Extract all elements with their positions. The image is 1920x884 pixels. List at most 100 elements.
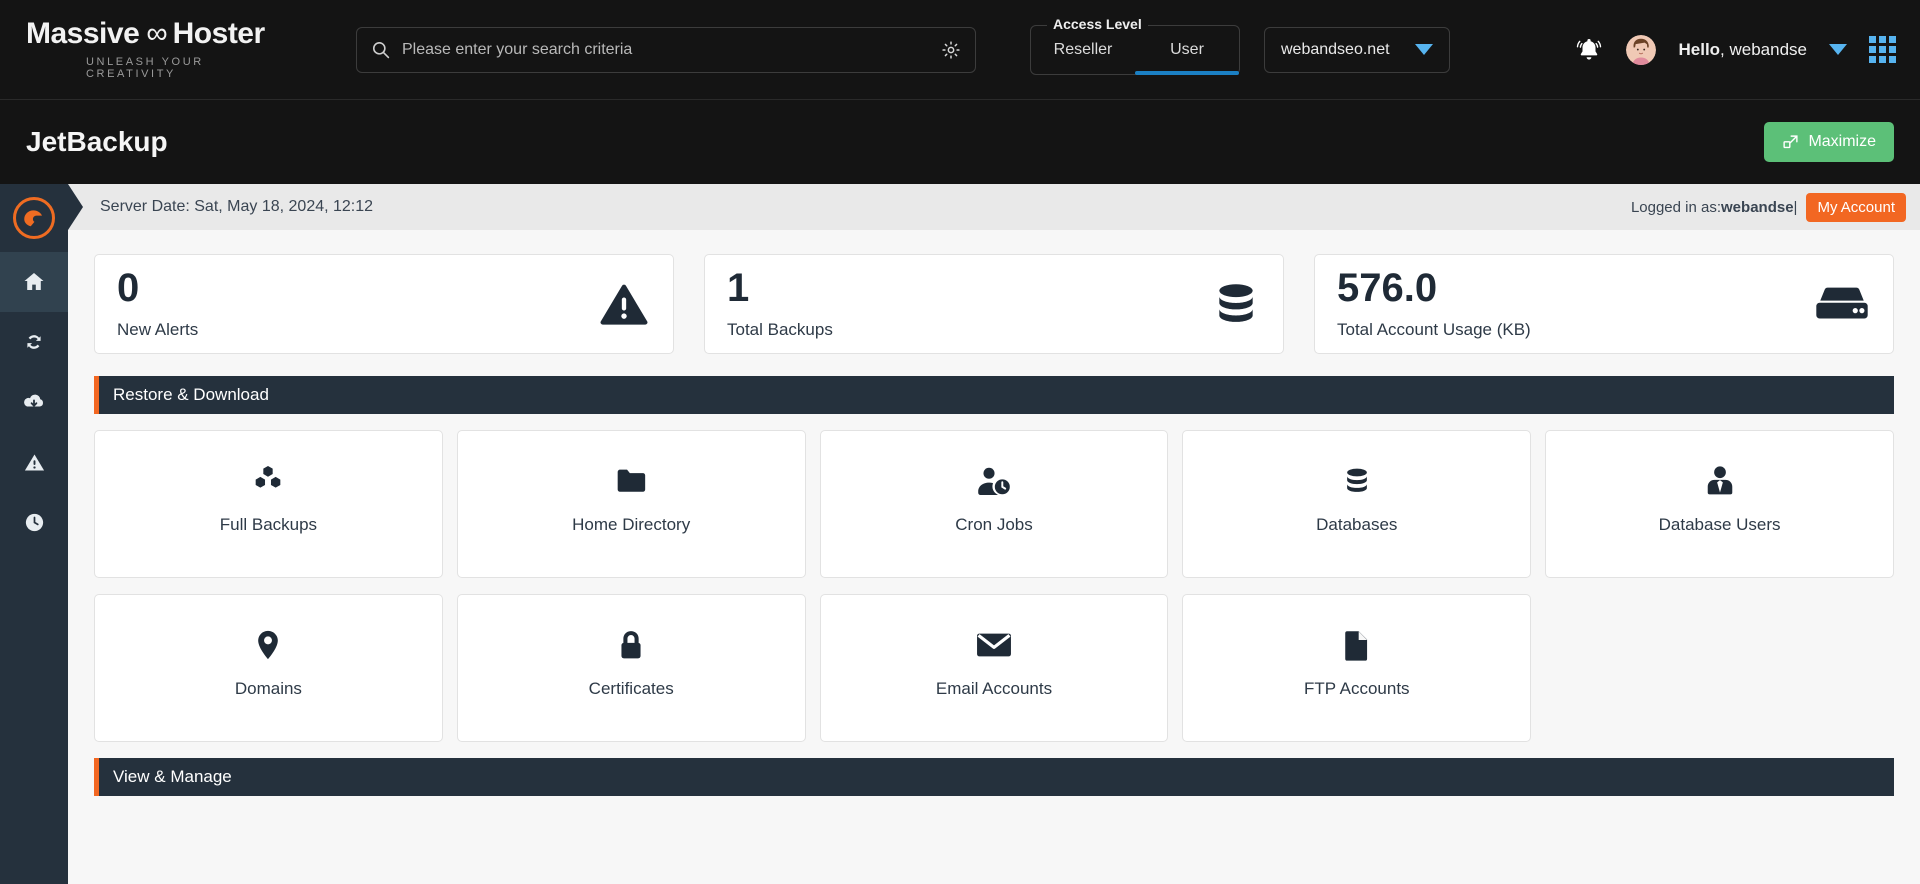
header-actions: Hello, webandse [1574,34,1896,65]
stat-text-group: 576.0 Total Account Usage (KB) [1337,268,1531,340]
stat-label: Total Account Usage (KB) [1337,320,1531,339]
tile-databases[interactable]: Databases [1182,430,1532,578]
content-area: Server Date: Sat, May 18, 2024, 12:12 Lo… [68,184,1920,884]
sidebar-logo[interactable] [0,184,68,252]
tile-placeholder [1545,594,1894,742]
tile-label: FTP Accounts [1304,679,1410,698]
access-tab-reseller-label: Reseller [1053,40,1113,58]
database-icon [1211,279,1261,329]
cloud-download-icon [22,390,46,414]
jetbackup-logo-icon [13,197,55,239]
status-bar: Server Date: Sat, May 18, 2024, 12:12 Lo… [68,184,1920,230]
stat-value: 576.0 [1337,266,1438,310]
user-greeting-prefix: Hello [1678,39,1721,59]
stat-label: New Alerts [117,320,199,339]
tile-cron-jobs[interactable]: Cron Jobs [819,430,1169,578]
sync-icon [23,331,45,353]
body-wrapper: Server Date: Sat, May 18, 2024, 12:12 Lo… [0,184,1920,884]
lock-icon [616,625,646,665]
file-icon [1343,625,1371,665]
tile-database-users[interactable]: Database Users [1545,430,1894,578]
access-tab-user-label: User [1170,40,1204,58]
envelope-icon [975,625,1013,665]
logged-in-user: webandse [1721,198,1794,216]
tile-email-accounts[interactable]: Email Accounts [819,594,1169,742]
tile-domains[interactable]: Domains [94,594,443,742]
maximize-button-label: Maximize [1808,133,1876,150]
stat-card-account-usage: 576.0 Total Account Usage (KB) [1314,254,1894,354]
main-panel: 0 New Alerts 1 Total Backups 576.0 Total… [68,230,1920,884]
tile-label: Home Directory [572,515,691,534]
hard-drive-icon [1813,281,1871,327]
search-box[interactable] [356,26,976,73]
section-title: View & Manage [113,767,232,786]
user-greeting[interactable]: Hello, webandse [1678,40,1807,60]
stats-row: 0 New Alerts 1 Total Backups 576.0 Total… [94,254,1894,354]
server-date: Server Date: Sat, May 18, 2024, 12:12 [100,198,374,215]
brand-logo[interactable]: Massive ∞ Hoster UNLEASH YOUR CREATIVITY [26,19,296,81]
cubes-icon [251,461,285,501]
tile-ftp-accounts[interactable]: FTP Accounts [1182,594,1532,742]
logged-in-prefix: Logged in as: [1630,198,1722,216]
alert-triangle-icon [23,451,46,474]
stat-value: 1 [727,266,750,310]
stat-card-new-alerts: 0 New Alerts [94,254,674,354]
maximize-button[interactable]: Maximize [1764,122,1894,162]
tile-full-backups[interactable]: Full Backups [94,430,443,578]
home-icon [22,270,46,294]
domain-select-value: webandseo.net [1281,40,1390,58]
sidebar-item-queue[interactable] [0,492,68,552]
sidebar [0,184,68,884]
expand-icon [1782,134,1799,151]
logged-in-info: Logged in as: webandse | My Account [1630,192,1906,222]
tile-label: Full Backups [219,515,318,534]
stat-text-group: 0 New Alerts [117,268,198,340]
logged-in-separator: | [1793,198,1798,216]
tile-label: Email Accounts [935,679,1053,698]
tile-label: Databases [1316,515,1398,534]
tile-home-directory[interactable]: Home Directory [456,430,806,578]
sidebar-item-restore[interactable] [0,312,68,372]
stat-text-group: 1 Total Backups [727,268,833,340]
bell-icon[interactable] [1574,35,1604,65]
tile-label: Cron Jobs [955,515,1033,534]
clock-icon [23,511,46,534]
tiles-row-1: Full Backups Home Directory Cron Jobs Da… [94,430,1894,578]
my-account-button[interactable]: My Account [1806,192,1906,222]
folder-icon [614,461,648,501]
database-icon [1341,461,1373,501]
brand-name-right: Hoster [172,17,266,50]
tile-label: Certificates [588,679,674,698]
search-icon [371,40,390,59]
user-tie-icon [1705,461,1735,501]
avatar[interactable] [1626,34,1657,65]
gear-icon[interactable] [941,40,961,60]
domain-select[interactable]: webandseo.net [1264,26,1450,73]
search-container [356,26,976,73]
search-input[interactable] [402,40,929,59]
access-tab-reseller[interactable]: Reseller [1031,26,1135,74]
sidebar-item-home[interactable] [0,252,68,312]
page-title: JetBackup [26,126,168,157]
section-header-restore-download: Restore & Download [94,376,1894,414]
sidebar-item-downloads[interactable] [0,372,68,432]
user-clock-icon [976,461,1012,501]
tile-label: Database Users [1658,515,1781,534]
chevron-down-icon [1415,44,1433,55]
stat-label: Total Backups [727,320,833,339]
user-menu-chevron-down-icon[interactable] [1829,44,1847,55]
status-arrow-icon [68,184,83,230]
brand-name: Massive ∞ Hoster [26,19,296,49]
apps-grid-icon[interactable] [1869,36,1896,63]
tile-label: Domains [234,679,302,698]
stat-value: 0 [117,266,140,310]
warning-triangle-icon [597,278,651,330]
stat-card-total-backups: 1 Total Backups [704,254,1284,354]
sidebar-item-alerts[interactable] [0,432,68,492]
tile-certificates[interactable]: Certificates [456,594,806,742]
infinity-icon: ∞ [146,17,167,50]
tiles-row-2: Domains Certificates Email Accounts FTP … [94,594,1894,742]
access-tab-user[interactable]: User [1135,26,1239,75]
section-title: Restore & Download [113,385,269,404]
brand-tagline: UNLEASH YOUR CREATIVITY [86,56,204,80]
